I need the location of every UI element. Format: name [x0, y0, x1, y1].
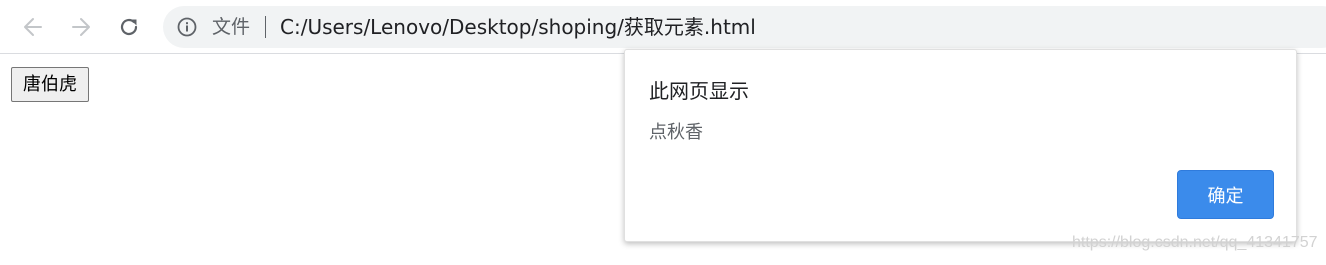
address-bar[interactable]: 文件 C:/Users/Lenovo/Desktop/shoping/获取元素.… — [163, 6, 1326, 48]
reload-button[interactable] — [112, 10, 146, 44]
url-text[interactable]: C:/Users/Lenovo/Desktop/shoping/获取元素.htm… — [280, 15, 756, 39]
page-button[interactable]: 唐伯虎 — [11, 67, 89, 102]
ok-button[interactable]: 确定 — [1177, 170, 1274, 219]
site-info-label: 文件 — [212, 16, 251, 38]
dialog-title: 此网页显示 — [649, 79, 749, 103]
info-icon — [177, 17, 197, 37]
reload-icon — [120, 18, 138, 36]
arrow-left-icon — [24, 18, 42, 36]
dialog-message: 点秋香 — [649, 122, 703, 143]
watermark: https://blog.csdn.net/qq_41341757 — [1072, 234, 1318, 251]
address-separator — [265, 16, 266, 38]
site-info-chip[interactable]: 文件 — [177, 17, 250, 37]
arrow-right-icon — [72, 18, 90, 36]
forward-button[interactable] — [64, 10, 98, 44]
alert-dialog: 此网页显示 点秋香 确定 — [624, 49, 1297, 242]
browser-toolbar: 文件 C:/Users/Lenovo/Desktop/shoping/获取元素.… — [0, 0, 1326, 54]
back-button[interactable] — [16, 10, 50, 44]
